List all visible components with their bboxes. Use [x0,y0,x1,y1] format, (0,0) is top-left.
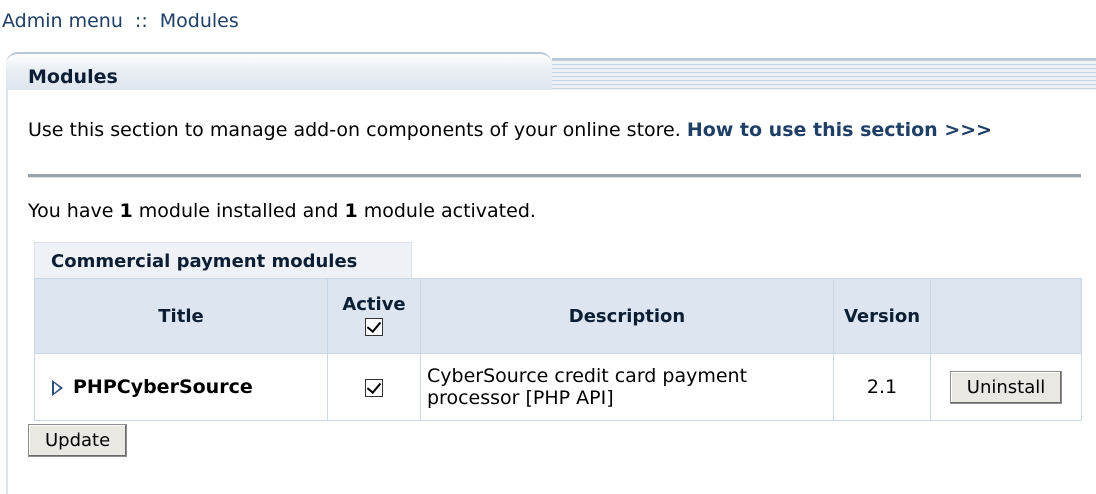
breadcrumb-root-link[interactable]: Admin menu [2,10,123,32]
modules-panel: Modules Use this section to manage add-o… [6,52,1096,494]
panel-header-decoration [552,58,1096,92]
uninstall-button[interactable]: Uninstall [949,370,1063,404]
modules-table: Title Active Description Version PHPCybe… [34,278,1082,421]
help-link[interactable]: How to use this section >>> [687,119,992,141]
module-active-cell [327,353,421,421]
select-all-active-checkbox[interactable] [365,318,383,336]
column-header-version: Version [833,278,931,354]
panel-header: Modules [6,52,1096,92]
breadcrumb: Admin menu :: Modules [2,10,239,32]
status-prefix: You have [28,200,114,222]
panel-body: Use this section to manage add-on compon… [6,90,1096,494]
update-button[interactable]: Update [28,424,128,457]
column-header-active-label: Active [342,294,406,315]
breadcrumb-current: Modules [159,10,239,32]
activated-count: 1 [344,200,358,222]
module-action-cell: Uninstall [930,353,1082,421]
installed-count: 1 [119,200,133,222]
status-middle: module installed and [138,200,339,222]
expand-arrow-icon[interactable] [52,379,63,396]
column-header-active: Active [327,278,421,354]
status-suffix: module activated. [363,200,536,222]
module-version: 2.1 [833,353,931,421]
module-status-text: You have 1 module installed and 1 module… [28,200,536,222]
breadcrumb-separator: :: [134,10,148,32]
column-header-title: Title [34,278,328,354]
module-group-tab: Commercial payment modules [34,242,412,278]
table-row: PHPCyberSource CyberSource credit card p… [34,353,1082,421]
table-header-row: Title Active Description Version [34,278,1082,354]
intro-text: Use this section to manage add-on compon… [28,118,1088,142]
divider [28,174,1081,178]
intro-description: Use this section to manage add-on compon… [28,119,681,141]
module-title[interactable]: PHPCyberSource [73,376,253,398]
column-header-description: Description [420,278,834,354]
page-title: Modules [28,66,118,88]
module-description: CyberSource credit card payment processo… [420,353,834,421]
module-active-checkbox[interactable] [365,378,383,397]
panel-title-tab: Modules [6,52,552,90]
column-header-actions [930,278,1082,354]
module-title-cell: PHPCyberSource [34,353,328,421]
